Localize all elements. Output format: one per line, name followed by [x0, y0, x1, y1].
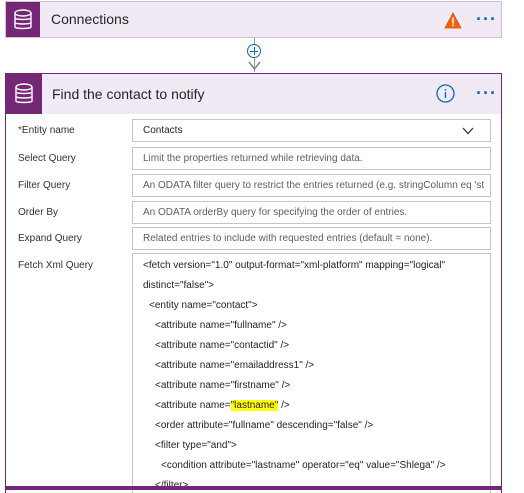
- xml-line: <filter type="and">: [155, 440, 237, 451]
- plus-circle-icon[interactable]: [247, 44, 261, 58]
- action-title: Find the contact to notify: [52, 86, 205, 102]
- expand-query-label: Expand Query: [18, 233, 82, 244]
- select-query-label: Select Query: [18, 153, 76, 164]
- more-icon[interactable]: ···: [476, 10, 497, 28]
- xml-line: <condition attribute="lastname" operator…: [161, 460, 446, 471]
- xml-line: <attribute name="emailaddress1" />: [155, 360, 315, 371]
- action-card: Find the contact to notify ··· *Entity n…: [5, 73, 502, 493]
- card-bottom-border: [5, 486, 502, 490]
- warning-icon[interactable]: [444, 12, 462, 29]
- xml-line: <order attribute="fullname" descending="…: [155, 420, 374, 431]
- entity-name-select[interactable]: Contacts: [132, 119, 491, 142]
- filter-query-label: Filter Query: [18, 180, 71, 191]
- more-icon[interactable]: ···: [476, 84, 497, 102]
- xml-line: <attribute name="contactid" />: [155, 340, 290, 351]
- fetch-xml-editor[interactable]: <fetch version="1.0" output-format="xml-…: [132, 253, 491, 493]
- xml-line: <entity name="contact">: [149, 300, 258, 311]
- expand-query-input[interactable]: Related entries to include with requeste…: [132, 227, 491, 250]
- order-by-input[interactable]: An ODATA orderBy query for specifying th…: [132, 201, 491, 224]
- xml-line: <attribute name="firstname" />: [155, 380, 291, 391]
- entity-name-value: Contacts: [143, 125, 183, 136]
- arrow-down-icon: [248, 61, 261, 71]
- connections-title: Connections: [51, 11, 129, 27]
- order-by-label: Order By: [18, 207, 59, 218]
- info-icon[interactable]: [436, 84, 455, 103]
- action-icon-area: [6, 74, 42, 114]
- xml-line-part: <attribute name=: [155, 400, 231, 411]
- entity-name-label-text: Entity name: [21, 125, 75, 136]
- xml-line: <attribute name="fullname" />: [155, 320, 287, 331]
- connections-card[interactable]: Connections ···: [5, 1, 502, 38]
- xml-line: distinct="false">: [143, 280, 215, 291]
- highlighted-text: "lastname": [230, 400, 279, 411]
- select-query-input[interactable]: Limit the properties returned while retr…: [132, 147, 491, 170]
- database-icon: [14, 9, 32, 30]
- filter-query-input[interactable]: An ODATA filter query to restrict the en…: [132, 174, 491, 197]
- xml-line: <fetch version="1.0" output-format="xml-…: [143, 260, 445, 271]
- entity-name-label: *Entity name: [18, 125, 75, 136]
- xml-line: <attribute name="lastname" />: [155, 400, 290, 411]
- connections-icon-area: [6, 2, 40, 37]
- xml-line-part: />: [278, 400, 290, 411]
- fetch-xml-label: Fetch Xml Query: [18, 260, 94, 271]
- database-icon: [15, 83, 33, 104]
- chevron-down-icon: [462, 127, 474, 135]
- action-card-header[interactable]: Find the contact to notify ···: [6, 74, 501, 114]
